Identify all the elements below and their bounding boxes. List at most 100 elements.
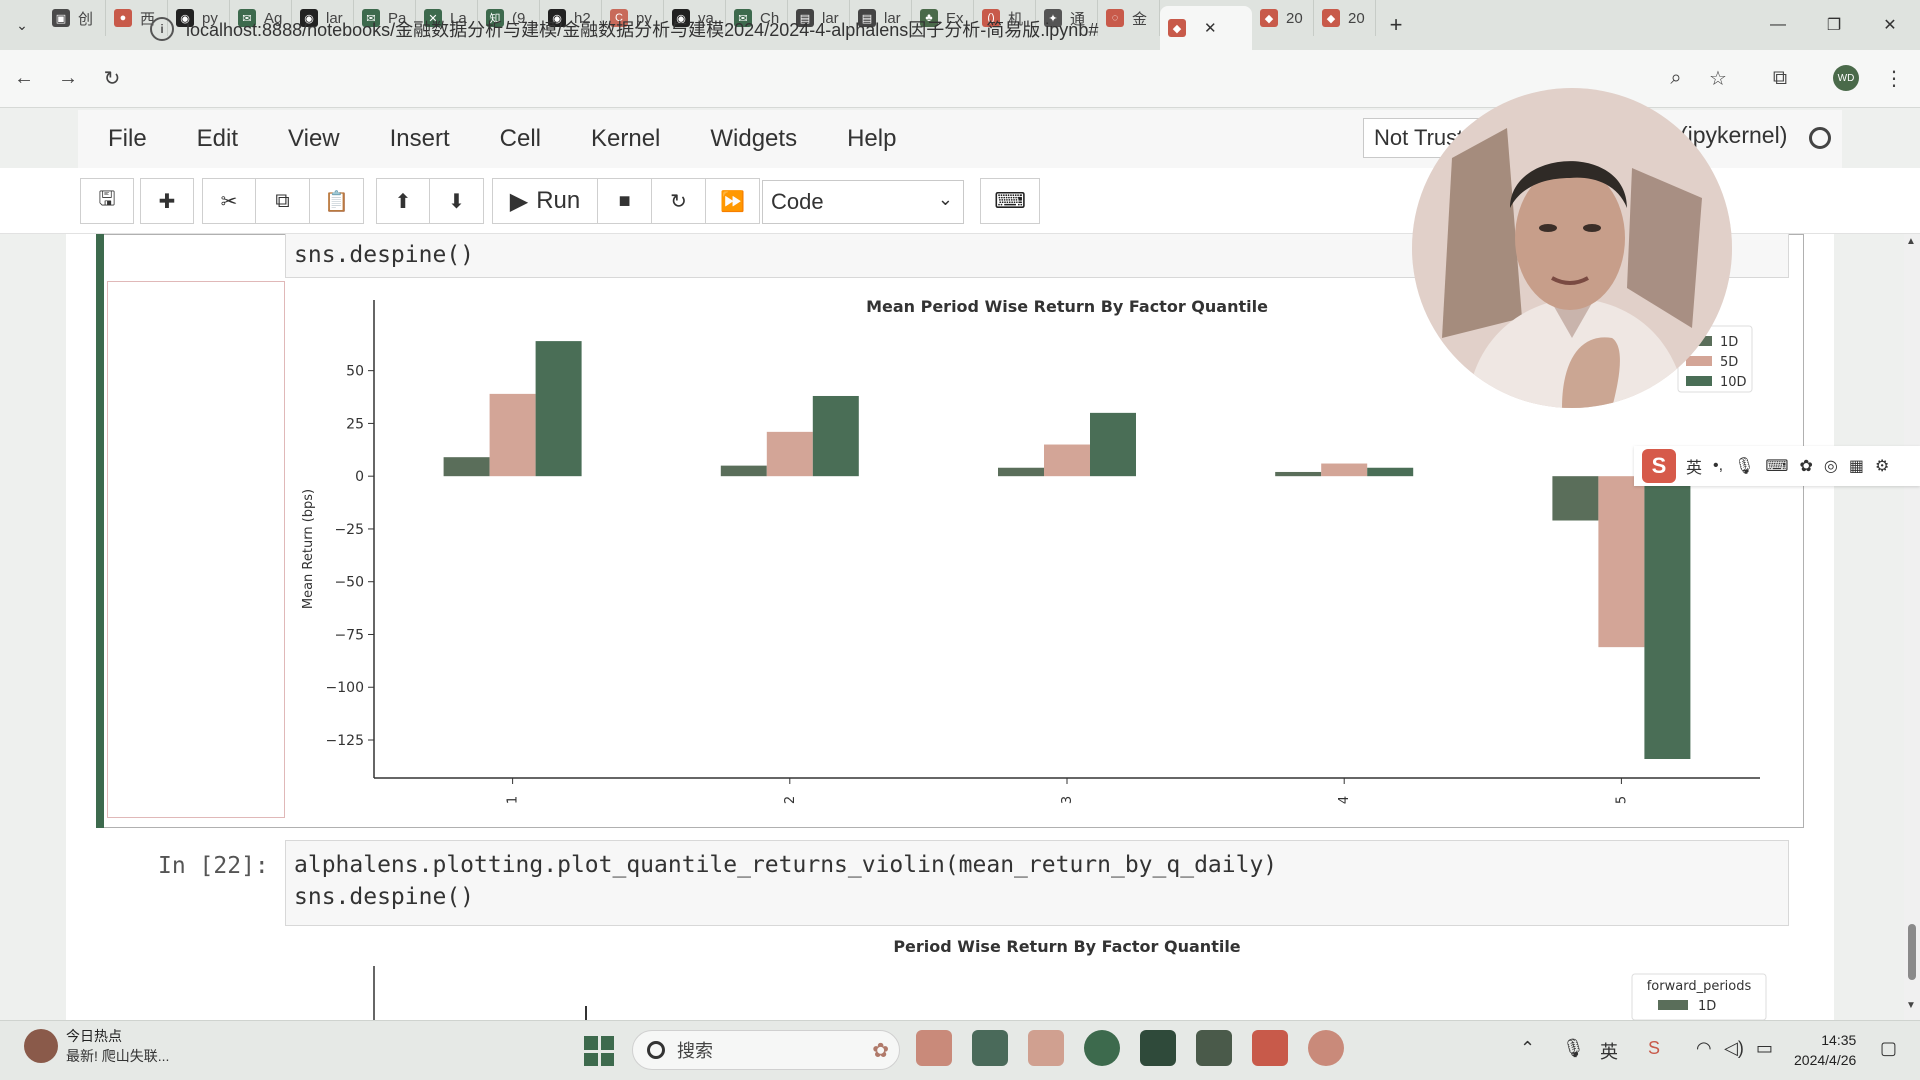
forward-icon[interactable]: → xyxy=(48,59,88,99)
scrollbar-thumb[interactable] xyxy=(1908,924,1916,980)
kernel-name: (ipykernel) xyxy=(1680,122,1788,148)
clock[interactable]: 14:35 2024/4/26 xyxy=(1794,1030,1856,1070)
bar xyxy=(998,467,1044,477)
bookmark-star-icon[interactable]: ☆ xyxy=(1698,58,1738,98)
grid-icon[interactable]: ▦ xyxy=(1849,456,1864,476)
search-placeholder: 搜索 xyxy=(677,1041,713,1061)
microphone-icon[interactable]: 🎙 xyxy=(1734,456,1754,476)
browser-tab[interactable]: ▣ 创 xyxy=(44,0,106,36)
copy-icon[interactable]: ⧉ xyxy=(256,178,310,224)
restore-icon[interactable]: ❐ xyxy=(1806,0,1862,50)
ime-toolbar: S 英 •, 🎙 ⌨ ✿ ◎ ▦ ⚙ xyxy=(1634,446,1920,486)
scroll-up-icon[interactable]: ▲ xyxy=(1906,236,1916,247)
insert-cell-icon[interactable]: ✚ xyxy=(140,178,194,224)
bar xyxy=(1044,444,1090,477)
webcam-overlay xyxy=(1412,88,1732,408)
bar xyxy=(1090,412,1136,477)
menu-edit[interactable]: Edit xyxy=(197,125,238,153)
pycharm-icon[interactable] xyxy=(1196,1030,1232,1066)
interrupt-icon[interactable]: ■ xyxy=(598,178,652,224)
bar xyxy=(1321,463,1368,477)
tab-favicon-icon: ● xyxy=(114,9,132,27)
url-field[interactable]: i localhost:8888/notebooks/金融数据分析与建模/金融数… xyxy=(150,10,1730,48)
terminal-icon[interactable] xyxy=(1140,1030,1176,1066)
page-scrollbar[interactable] xyxy=(1904,234,1920,1020)
menu-kernel[interactable]: Kernel xyxy=(591,125,660,153)
chart-title: Mean Period Wise Return By Factor Quanti… xyxy=(866,297,1268,316)
notification-icon[interactable]: ▢ xyxy=(1880,1038,1897,1059)
profile-button[interactable]: WD xyxy=(1826,58,1866,98)
volume-icon[interactable]: ◁) xyxy=(1724,1038,1744,1059)
minimize-icon[interactable]: — xyxy=(1750,0,1806,50)
browser-menu-icon[interactable]: ⋮ xyxy=(1874,58,1914,98)
site-info-icon[interactable]: i xyxy=(150,17,174,41)
run-button[interactable]: ▶ Run xyxy=(492,178,598,224)
bar xyxy=(1367,467,1414,477)
bar xyxy=(812,395,859,477)
ime-tray-icon[interactable]: 英 xyxy=(1600,1038,1618,1064)
extensions-icon[interactable]: ⧉ xyxy=(1760,58,1800,98)
chart-title: Period Wise Return By Factor Quantile xyxy=(893,937,1240,956)
menu-file[interactable]: File xyxy=(108,125,147,153)
sogou-tray-icon[interactable]: S xyxy=(1648,1038,1660,1059)
bar xyxy=(535,341,582,477)
settings-icon[interactable]: ⚙ xyxy=(1875,456,1889,476)
code-cell-input[interactable]: alphalens.plotting.plot_quantile_returns… xyxy=(285,840,1789,926)
restart-icon[interactable]: ↻ xyxy=(652,178,706,224)
keyboard-shortcuts-icon[interactable]: ⌨ xyxy=(980,178,1040,224)
taskbar-search[interactable]: 搜索 ✿ xyxy=(632,1030,900,1070)
wps-icon[interactable] xyxy=(1252,1030,1288,1066)
close-window-icon[interactable]: ✕ xyxy=(1862,0,1918,50)
news-title: 今日热点 xyxy=(66,1028,122,1044)
scroll-down-icon[interactable]: ▼ xyxy=(1906,1000,1916,1011)
skin-icon[interactable]: ✿ xyxy=(1799,456,1812,476)
output-prompt-area[interactable] xyxy=(107,281,285,818)
bar xyxy=(489,393,536,477)
game-icon[interactable]: ◎ xyxy=(1824,456,1838,476)
bar xyxy=(443,457,490,477)
battery-icon[interactable]: ▭ xyxy=(1756,1038,1773,1059)
keyboard-icon[interactable]: ⌨ xyxy=(1765,456,1788,476)
taskbar-app-icon[interactable] xyxy=(916,1030,952,1066)
menu-insert[interactable]: Insert xyxy=(390,125,450,153)
quantile-returns-violin-chart: Period Wise Return By Factor Quantile for… xyxy=(373,937,1767,1020)
cut-icon[interactable]: ✂ xyxy=(202,178,256,224)
sogou-logo-icon[interactable]: S xyxy=(1642,449,1676,483)
menu-help[interactable]: Help xyxy=(847,125,896,153)
x-tick-label: 3 xyxy=(1060,796,1075,804)
save-icon[interactable]: 🖫 xyxy=(80,178,134,224)
chrome-icon[interactable] xyxy=(1084,1030,1120,1066)
y-tick-label: −125 xyxy=(326,733,364,749)
reload-icon[interactable]: ↻ xyxy=(92,59,132,99)
zoom-icon[interactable]: ⌕ xyxy=(1656,58,1696,98)
news-widget[interactable]: 今日热点 最新! 爬山失联... xyxy=(24,1026,169,1066)
taskbar-app-icon[interactable] xyxy=(972,1030,1008,1066)
mic-tray-icon[interactable]: 🎙 xyxy=(1562,1038,1585,1059)
menu-widgets[interactable]: Widgets xyxy=(710,125,797,153)
cell-type-value: Code xyxy=(771,189,824,214)
cell-type-select[interactable]: Code ⌄ xyxy=(762,180,964,224)
ime-mode[interactable]: 英 xyxy=(1686,454,1702,478)
wifi-icon[interactable]: ◠ xyxy=(1696,1038,1712,1059)
tab-favicon-icon: ▣ xyxy=(52,9,70,27)
chevron-down-icon: ⌄ xyxy=(937,189,953,209)
menu-cell[interactable]: Cell xyxy=(500,125,541,153)
tab-list-menu-icon[interactable]: ⌄ xyxy=(0,0,44,50)
y-tick-label: 50 xyxy=(346,364,364,380)
tray-expand-icon[interactable]: ⌃ xyxy=(1520,1038,1535,1059)
move-up-icon[interactable]: ⬆ xyxy=(376,178,430,224)
url-text: localhost:8888/notebooks/金融数据分析与建模/金融数据分… xyxy=(186,20,1099,40)
restart-run-all-icon[interactable]: ⏩ xyxy=(706,178,760,224)
file-explorer-icon[interactable] xyxy=(1028,1030,1064,1066)
back-icon[interactable]: ← xyxy=(4,59,44,99)
taskbar-app-icon[interactable] xyxy=(1308,1030,1344,1066)
menu-view[interactable]: View xyxy=(288,125,340,153)
ime-punct[interactable]: •, xyxy=(1713,457,1723,475)
move-down-icon[interactable]: ⬇ xyxy=(430,178,484,224)
legend-label: 10D xyxy=(1720,375,1747,390)
start-menu-icon[interactable] xyxy=(584,1036,614,1066)
legend-label: 5D xyxy=(1720,355,1738,370)
search-decoration-icon: ✿ xyxy=(872,1039,889,1062)
news-subtitle: 最新! 爬山失联... xyxy=(66,1048,170,1064)
paste-icon[interactable]: 📋 xyxy=(310,178,364,224)
